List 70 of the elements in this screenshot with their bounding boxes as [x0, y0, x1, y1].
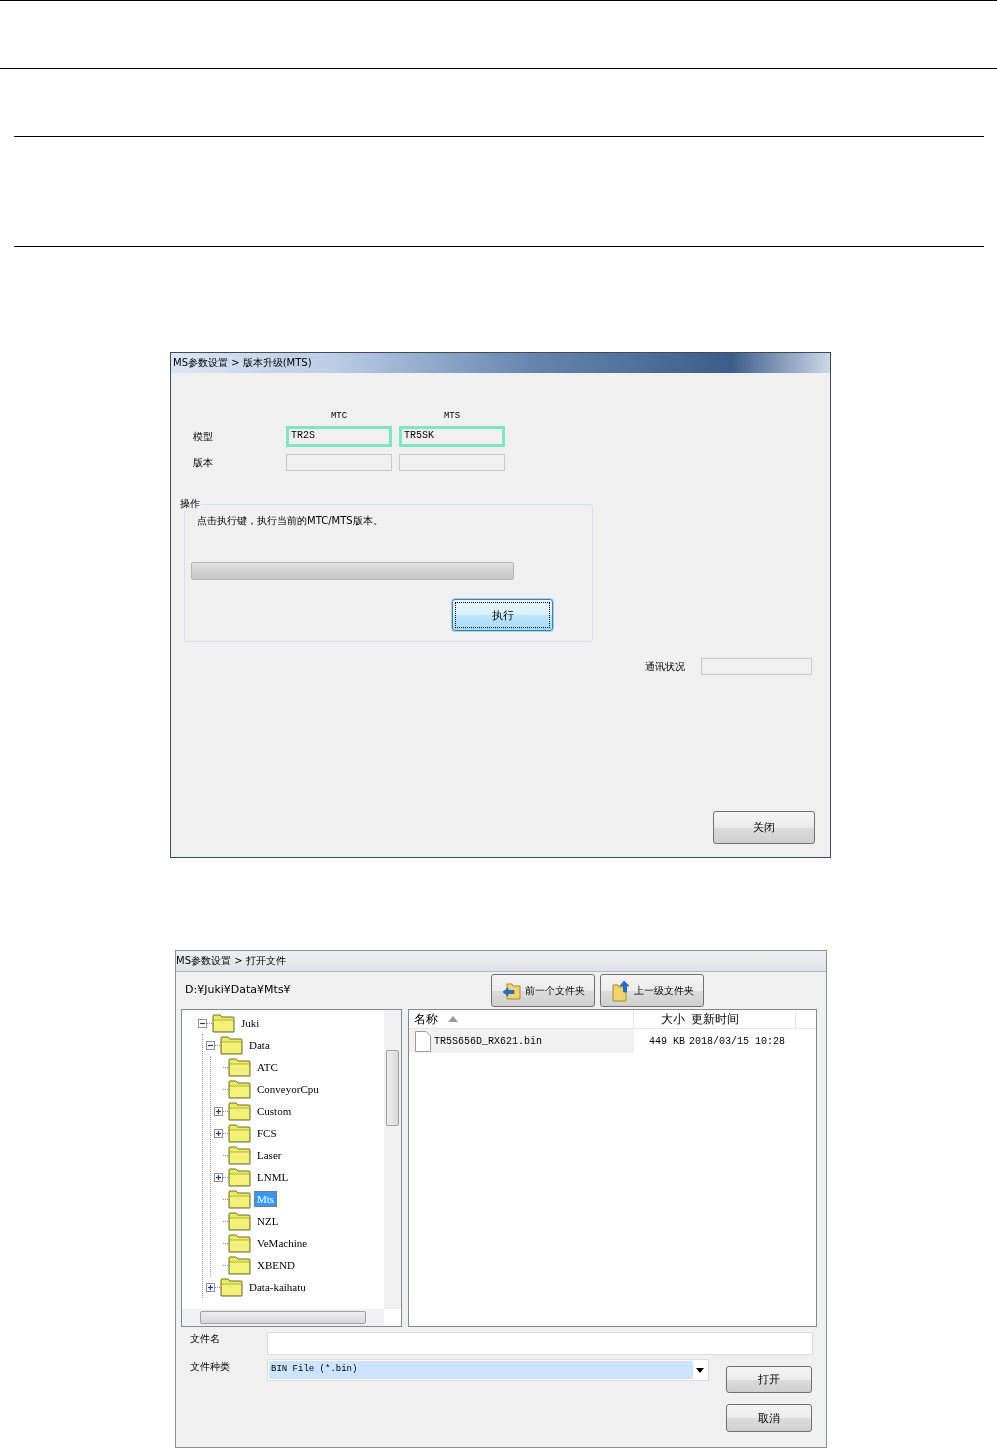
- folder-icon: [228, 1123, 251, 1143]
- folder-icon: [228, 1211, 251, 1231]
- folder-nav-button[interactable]: 上一级文件夹: [600, 974, 704, 1007]
- tree-item[interactable]: LNML: [254, 1169, 292, 1185]
- collapse-toggle-icon[interactable]: [206, 1040, 215, 1050]
- folder-icon: [228, 1101, 251, 1121]
- folder-icon: [212, 1013, 235, 1033]
- file-size: 449 KB: [648, 1035, 686, 1047]
- file-type-dropdown[interactable]: BIN File (*.bin): [267, 1359, 709, 1381]
- window-title: MS参数设置 > 版本升级(MTS): [171, 353, 830, 373]
- close-button[interactable]: 关闭: [713, 811, 815, 844]
- execute-button[interactable]: 执行: [452, 599, 553, 631]
- back-folder-icon: [501, 980, 522, 1001]
- dropdown-caret-icon: [696, 1367, 704, 1373]
- tree-item[interactable]: Data: [246, 1037, 273, 1053]
- column-label: MTC: [329, 411, 349, 423]
- horizontal-scrollbar[interactable]: [182, 1309, 384, 1326]
- file-name: TR5S656D_RX621.bin: [434, 1035, 543, 1047]
- column-header[interactable]: 大小: [634, 1010, 689, 1028]
- tree-item[interactable]: FCS: [254, 1125, 280, 1141]
- up-folder-icon: [610, 979, 631, 1002]
- file-name-field[interactable]: [267, 1332, 813, 1355]
- tree-item[interactable]: VeMachine: [254, 1235, 311, 1251]
- tree-item[interactable]: XBEND: [254, 1257, 298, 1273]
- folder-icon: [228, 1189, 251, 1209]
- instruction-text: 点击执行键，执行当前的MTC/MTS版本。: [197, 514, 384, 528]
- folder-icon: [220, 1277, 243, 1297]
- vertical-scrollbar[interactable]: [384, 1010, 401, 1309]
- expand-toggle-icon[interactable]: [214, 1172, 223, 1182]
- group-label: 操作: [179, 497, 201, 511]
- folder-tree[interactable]: Juki Data ATC ConveyorCpu Custom FCS Laser LNML Mts NZL VeMachine XBEND Data-kaihatu: [181, 1009, 402, 1327]
- tree-item[interactable]: Custom: [254, 1103, 295, 1119]
- collapse-toggle-icon[interactable]: [198, 1018, 207, 1028]
- dialog-button[interactable]: 打开: [726, 1366, 812, 1393]
- tree-item[interactable]: Data-kaihatu: [246, 1279, 309, 1295]
- folder-icon: [228, 1145, 251, 1165]
- folder-icon: [228, 1167, 251, 1187]
- field-label: 版本: [193, 455, 214, 470]
- window-title: MS参数设置 > 打开文件: [176, 951, 826, 972]
- input-field[interactable]: TR2S: [286, 426, 392, 447]
- file-date: 2018/03/15 10:28: [689, 1035, 785, 1047]
- field-label: 模型: [193, 429, 214, 444]
- tree-item[interactable]: NZL: [254, 1213, 282, 1229]
- field-label: 文件名: [190, 1332, 221, 1346]
- dialog-button[interactable]: 取消: [726, 1404, 812, 1432]
- folder-icon: [220, 1035, 243, 1055]
- folder-icon: [228, 1079, 251, 1099]
- column-label: MTS: [442, 411, 462, 423]
- expand-toggle-icon[interactable]: [214, 1106, 223, 1116]
- column-label: 名称: [414, 1010, 438, 1028]
- folder-icon: [228, 1255, 251, 1275]
- expand-toggle-icon[interactable]: [206, 1282, 215, 1292]
- expand-toggle-icon[interactable]: [214, 1128, 223, 1138]
- tree-item[interactable]: Juki: [238, 1015, 263, 1031]
- field-label: 文件种类: [190, 1360, 231, 1374]
- sort-up-icon: [448, 1016, 458, 1022]
- folder-icon: [228, 1057, 251, 1077]
- input-field[interactable]: [399, 454, 505, 471]
- folder-nav-button[interactable]: 前一个文件夹: [491, 974, 595, 1007]
- tree-item[interactable]: Laser: [254, 1147, 285, 1163]
- column-header[interactable]: 更新时间: [689, 1010, 796, 1028]
- tree-item[interactable]: ConveyorCpu: [254, 1081, 322, 1097]
- tree-item[interactable]: ATC: [254, 1059, 281, 1075]
- file-icon: [415, 1030, 431, 1052]
- path-label: D:¥Juki¥Data¥Mts¥: [184, 982, 292, 998]
- file-row[interactable]: TR5S656D_RX621.bin: [409, 1029, 634, 1053]
- input-field[interactable]: TR5SK: [399, 426, 505, 447]
- folder-icon: [228, 1233, 251, 1253]
- input-field[interactable]: [286, 454, 392, 471]
- status-label: 通讯状况: [645, 659, 685, 674]
